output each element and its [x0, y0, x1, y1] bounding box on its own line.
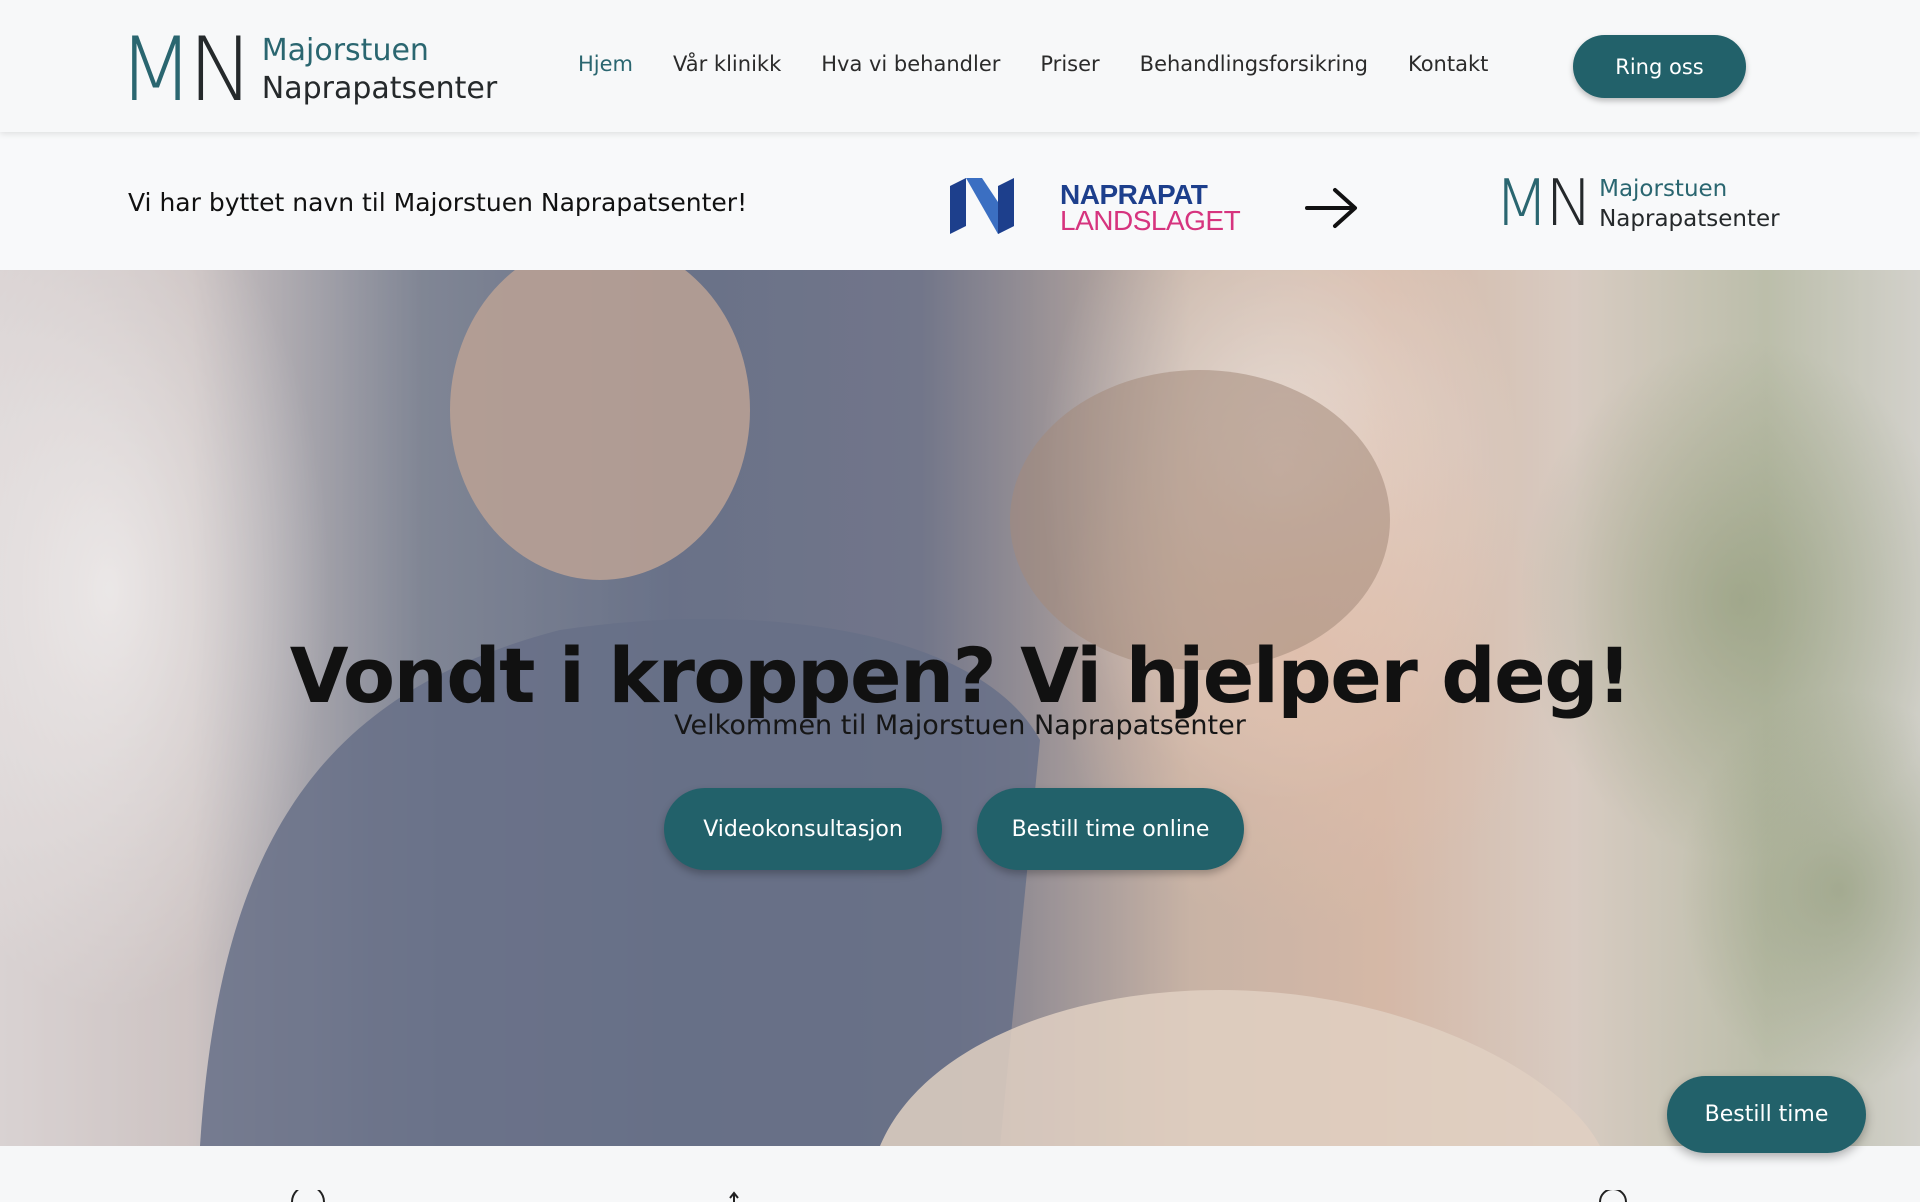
naprapat-landslaget-logo-icon: [944, 176, 1020, 240]
clock-icon: [291, 1190, 325, 1202]
nav-item-priser[interactable]: Priser: [1040, 52, 1099, 76]
nav-item-var-klinikk[interactable]: Vår klinikk: [673, 52, 781, 76]
logo-mark-n: N: [187, 18, 254, 121]
nav-item-hjem[interactable]: Hjem: [578, 52, 633, 76]
site-header: M N Majorstuen Naprapatsenter Hjem Vår k…: [0, 0, 1920, 132]
bestill-time-online-button[interactable]: Bestill time online: [977, 788, 1244, 870]
new-brand-mark: M N: [1494, 167, 1593, 241]
site-logo[interactable]: M N Majorstuen Naprapatsenter: [118, 18, 497, 121]
phone-icon: [1599, 1190, 1627, 1202]
new-brand-logo: M N Majorstuen Naprapatsenter: [1494, 172, 1780, 236]
arrow-right-icon: [1305, 186, 1359, 234]
logo-mark-m: M: [118, 18, 194, 121]
bestill-time-floating-button[interactable]: Bestill time: [1667, 1076, 1866, 1153]
logo-text: Majorstuen Naprapatsenter: [262, 32, 497, 108]
hero-subtitle: Velkommen til Majorstuen Naprapatsenter: [674, 710, 1246, 741]
old-brand-line-2: LANDSLAGET: [1060, 205, 1241, 236]
old-brand-name: NAPRAPAT LANDSLAGET: [1060, 181, 1241, 236]
new-brand-line-2: Naprapatsenter: [1599, 206, 1780, 232]
new-brand-line-1: Majorstuen: [1599, 176, 1728, 202]
rename-banner-text: Vi har byttet navn til Majorstuen Naprap…: [128, 188, 748, 217]
new-brand-mark-n: N: [1545, 167, 1593, 241]
main-nav: Hjem Vår klinikk Hva vi behandler Priser…: [578, 52, 1528, 76]
logo-line-1: Majorstuen: [261, 33, 429, 68]
ring-oss-button[interactable]: Ring oss: [1573, 35, 1746, 98]
nav-item-behandlingsforsikring[interactable]: Behandlingsforsikring: [1140, 52, 1368, 76]
logo-mark: M N: [118, 18, 254, 121]
hero-section: Vondt i kroppen? Vi hjelper deg! Velkomm…: [0, 270, 1920, 1146]
videokonsultasjon-button[interactable]: Videokonsultasjon: [664, 788, 942, 870]
new-brand-text: Majorstuen Naprapatsenter: [1599, 174, 1780, 234]
nav-item-kontakt[interactable]: Kontakt: [1408, 52, 1488, 76]
features-section: [0, 1146, 1920, 1202]
logo-line-2: Naprapatsenter: [261, 71, 498, 106]
hero-title: Vondt i kroppen? Vi hjelper deg!: [289, 630, 1632, 720]
nav-item-hva-vi-behandler[interactable]: Hva vi behandler: [821, 52, 1000, 76]
new-brand-mark-m: M: [1494, 167, 1549, 241]
location-icon: [729, 1191, 739, 1202]
